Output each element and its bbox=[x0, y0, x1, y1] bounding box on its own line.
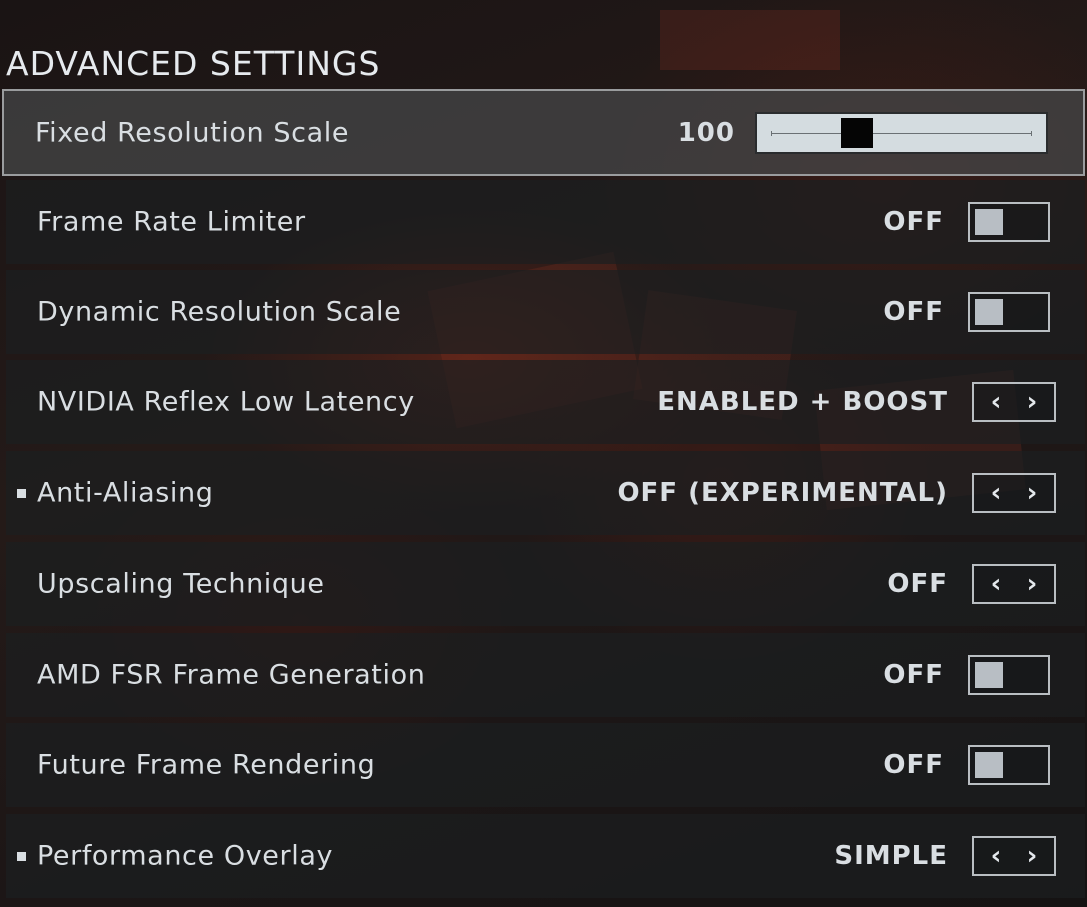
setting-row-nvidia-reflex[interactable]: NVIDIA Reflex Low Latency ENABLED + BOOS… bbox=[6, 360, 1085, 444]
setting-row-amd-fsr-frame-generation[interactable]: AMD FSR Frame Generation OFF bbox=[6, 633, 1085, 717]
setting-row-anti-aliasing[interactable]: Anti-Aliasing OFF (EXPERIMENTAL) ‹ › bbox=[6, 451, 1085, 535]
setting-label: Fixed Resolution Scale bbox=[35, 117, 350, 148]
setting-label: Dynamic Resolution Scale bbox=[37, 296, 402, 328]
setting-row-dynamic-resolution-scale[interactable]: Dynamic Resolution Scale OFF bbox=[6, 270, 1085, 354]
setting-value: OFF bbox=[887, 569, 948, 599]
setting-row-upscaling-technique[interactable]: Upscaling Technique OFF ‹ › bbox=[6, 542, 1085, 626]
setting-value: OFF bbox=[883, 297, 944, 327]
setting-label: Future Frame Rendering bbox=[37, 749, 376, 781]
setting-label: Frame Rate Limiter bbox=[37, 206, 306, 238]
toggle-switch[interactable] bbox=[968, 655, 1050, 695]
chevron-left-icon[interactable]: ‹ bbox=[976, 566, 1016, 602]
chevron-right-icon[interactable]: › bbox=[1012, 566, 1052, 602]
toggle-knob bbox=[975, 662, 1003, 688]
toggle-switch[interactable] bbox=[968, 202, 1050, 242]
slider-track bbox=[771, 132, 1032, 134]
setting-label: Anti-Aliasing bbox=[37, 477, 214, 509]
option-selector[interactable]: ‹ › bbox=[972, 382, 1056, 422]
setting-label: Performance Overlay bbox=[37, 840, 334, 872]
setting-label: Upscaling Technique bbox=[37, 568, 325, 600]
setting-value: SIMPLE bbox=[834, 841, 948, 871]
chevron-left-icon[interactable]: ‹ bbox=[976, 384, 1016, 420]
setting-value: OFF bbox=[883, 660, 944, 690]
setting-value: OFF bbox=[883, 207, 944, 237]
setting-row-fixed-resolution-scale[interactable]: Fixed Resolution Scale 100 bbox=[2, 89, 1085, 176]
slider-tick-max bbox=[1031, 130, 1032, 136]
slider-thumb[interactable] bbox=[841, 117, 874, 148]
toggle-switch[interactable] bbox=[968, 292, 1050, 332]
setting-value: OFF bbox=[883, 750, 944, 780]
page-title: ADVANCED SETTINGS bbox=[6, 44, 381, 84]
chevron-right-icon[interactable]: › bbox=[1012, 838, 1052, 874]
setting-row-frame-rate-limiter[interactable]: Frame Rate Limiter OFF bbox=[6, 180, 1085, 264]
setting-label: NVIDIA Reflex Low Latency bbox=[37, 386, 415, 418]
toggle-knob bbox=[975, 752, 1003, 778]
chevron-left-icon[interactable]: ‹ bbox=[976, 475, 1016, 511]
setting-value: OFF (EXPERIMENTAL) bbox=[617, 478, 948, 508]
option-selector[interactable]: ‹ › bbox=[972, 473, 1056, 513]
toggle-knob bbox=[975, 209, 1003, 235]
toggle-switch[interactable] bbox=[968, 745, 1050, 785]
chevron-right-icon[interactable]: › bbox=[1012, 475, 1052, 511]
chevron-left-icon[interactable]: ‹ bbox=[976, 838, 1016, 874]
toggle-knob bbox=[975, 299, 1003, 325]
modified-marker-icon bbox=[17, 489, 26, 498]
chevron-right-icon[interactable]: › bbox=[1012, 384, 1052, 420]
option-selector[interactable]: ‹ › bbox=[972, 564, 1056, 604]
setting-value: ENABLED + BOOST bbox=[657, 387, 948, 417]
setting-value: 100 bbox=[677, 117, 735, 148]
background-shape bbox=[660, 10, 840, 70]
slider-tick-min bbox=[771, 130, 772, 136]
modified-marker-icon bbox=[17, 852, 26, 861]
option-selector[interactable]: ‹ › bbox=[972, 836, 1056, 876]
setting-row-future-frame-rendering[interactable]: Future Frame Rendering OFF bbox=[6, 723, 1085, 807]
resolution-scale-slider[interactable] bbox=[755, 111, 1048, 154]
setting-row-performance-overlay[interactable]: Performance Overlay SIMPLE ‹ › bbox=[6, 814, 1085, 898]
setting-label: AMD FSR Frame Generation bbox=[37, 659, 426, 691]
